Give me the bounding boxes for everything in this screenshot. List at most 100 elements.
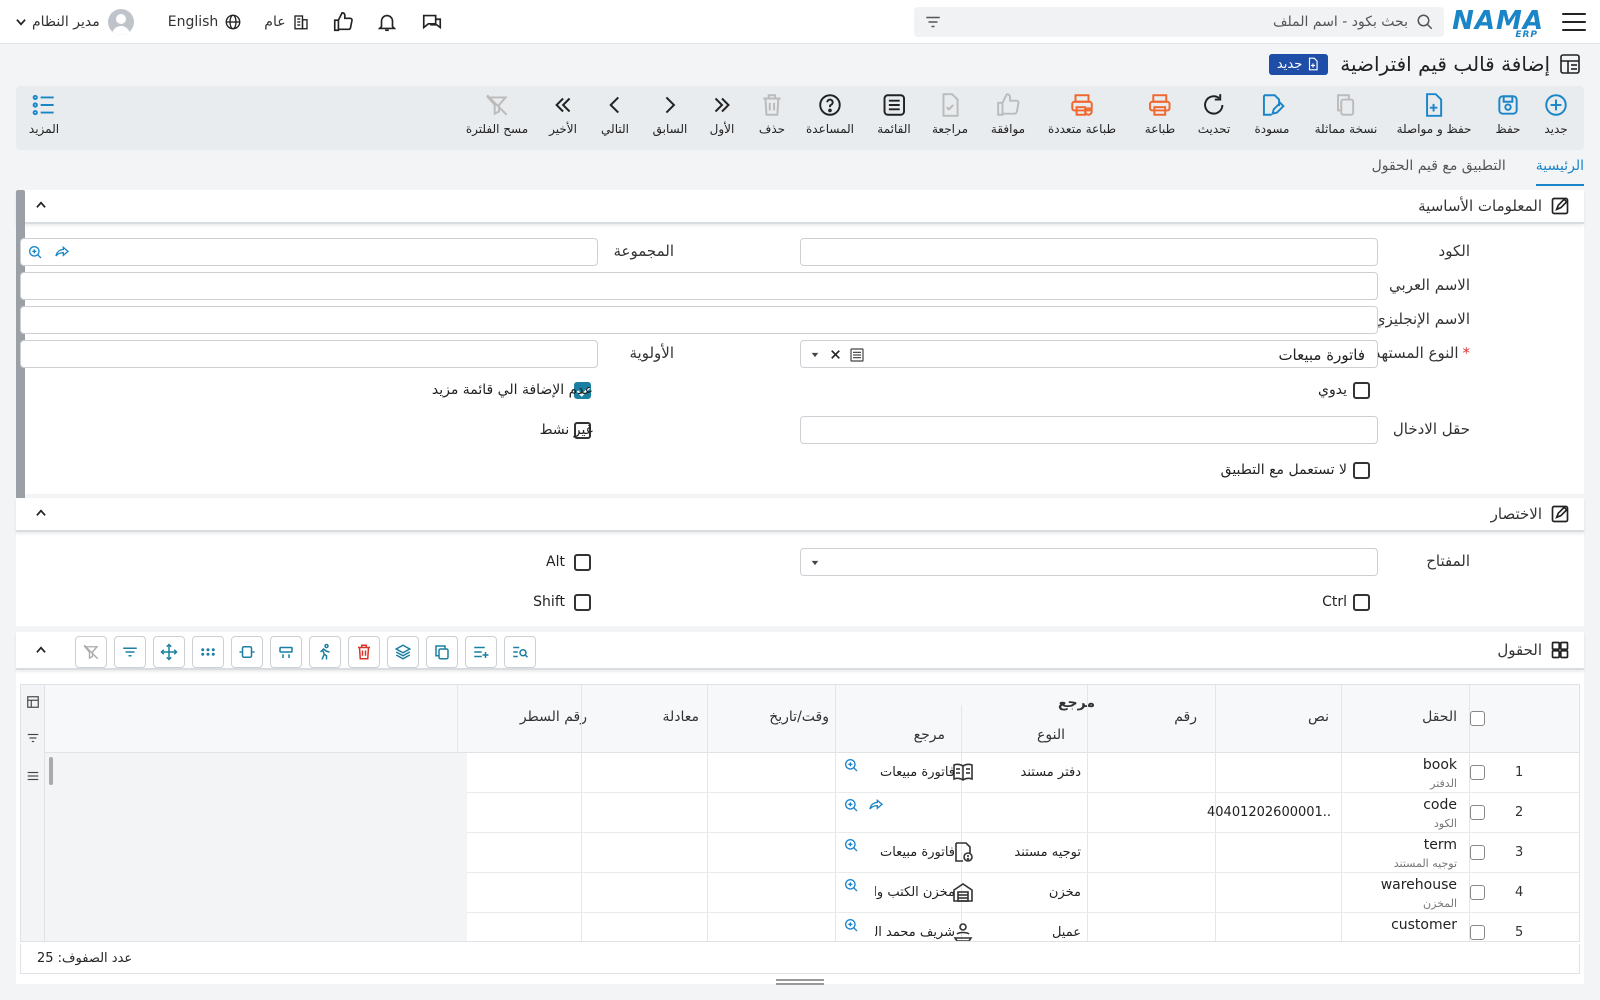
group-field[interactable] — [20, 238, 598, 266]
like-button[interactable] — [332, 11, 354, 33]
app-logo[interactable]: NAMA ERP — [1452, 6, 1544, 40]
next-button[interactable]: التالي — [601, 92, 629, 136]
col-number[interactable]: رقم — [1174, 709, 1197, 725]
messages-button[interactable] — [420, 11, 444, 33]
ref-value[interactable]: فاتورة مبيعات — [875, 765, 955, 780]
delete-button[interactable]: حذف — [759, 92, 785, 136]
col-equation[interactable]: معادلة — [662, 709, 699, 725]
arabic-name-field[interactable] — [20, 272, 1378, 300]
ref-value[interactable]: مخزن الكتب والـ — [875, 885, 955, 900]
ctrl-checkbox[interactable] — [1353, 594, 1370, 611]
search-plus-icon[interactable] — [843, 917, 859, 933]
ref-value[interactable]: فاتورة مبيعات — [875, 845, 955, 860]
search-plus-icon[interactable] — [843, 877, 859, 893]
col-ref-ref[interactable]: مرجع — [914, 727, 945, 743]
chevron-down-icon[interactable] — [809, 558, 821, 568]
col-field[interactable]: الحقل — [1422, 709, 1457, 725]
fit-columns-button[interactable] — [231, 636, 263, 668]
share-icon[interactable] — [53, 244, 71, 260]
col-line-number[interactable]: رقم السطر — [520, 709, 587, 725]
move-button[interactable] — [153, 636, 185, 668]
approve-button[interactable]: موافقة — [991, 92, 1025, 136]
list-lookup-icon[interactable] — [849, 347, 865, 363]
save-button[interactable]: حفظ — [1495, 92, 1521, 136]
refresh-button[interactable]: تحديث — [1198, 92, 1230, 136]
clear-filter-button[interactable] — [75, 636, 107, 668]
filter-icon[interactable] — [924, 13, 942, 31]
row-checkbox[interactable] — [1470, 805, 1485, 820]
layers-button[interactable] — [387, 636, 419, 668]
code-field[interactable] — [800, 238, 1378, 266]
resize-handle[interactable] — [776, 979, 824, 985]
row-checkbox[interactable] — [1470, 765, 1485, 780]
search-plus-icon[interactable] — [843, 757, 859, 773]
search-plus-icon[interactable] — [843, 797, 859, 813]
search-input[interactable]: بحث بكود - اسم الملف — [914, 6, 1444, 37]
share-icon[interactable] — [867, 797, 885, 813]
draft-button[interactable]: مسودة — [1255, 92, 1289, 136]
ref-type-value[interactable]: عميل — [1052, 925, 1081, 940]
input-field[interactable] — [800, 416, 1378, 444]
chevron-down-icon[interactable] — [809, 350, 821, 360]
review-button[interactable]: مراجعة — [932, 92, 968, 136]
row-checkbox[interactable] — [1470, 885, 1485, 900]
row-checkbox[interactable] — [1470, 925, 1485, 940]
run-button[interactable] — [309, 636, 341, 668]
shortcut-header[interactable]: الاختصار — [16, 498, 1584, 532]
new-button[interactable]: جديد — [1543, 92, 1569, 136]
menu-icon[interactable] — [1562, 12, 1586, 31]
search-plus-icon[interactable] — [27, 244, 43, 260]
table-row[interactable]: 2 code الكود 40401202600001... — [45, 793, 1579, 833]
copy-button[interactable]: نسخة مماثلة — [1315, 92, 1377, 136]
tab-apply-field-values[interactable]: التطبيق مع قيم الحقول — [1372, 158, 1506, 186]
multi-print-button[interactable]: طباعة متعددة — [1048, 92, 1116, 136]
prev-button[interactable]: السابق — [653, 92, 687, 136]
table-row[interactable]: 4 warehouse المخزن مخزن مخزن الكتب والـ — [45, 873, 1579, 913]
menu-icon[interactable] — [26, 769, 40, 783]
notifications-button[interactable] — [376, 11, 398, 33]
ref-type-value[interactable]: مخزن — [1049, 885, 1081, 900]
filter-icon[interactable] — [26, 731, 40, 745]
save-continue-button[interactable]: حفظ و مواصلة — [1397, 92, 1471, 136]
last-button[interactable]: الأخير — [549, 92, 577, 136]
columns-icon[interactable] — [26, 695, 40, 709]
scope-switch[interactable]: عام — [264, 13, 309, 31]
help-button[interactable]: المساعدة — [806, 92, 854, 136]
tab-main[interactable]: الرئيسية — [1535, 158, 1584, 186]
ref-value[interactable]: شريف محمد الد — [875, 925, 955, 940]
search-plus-icon[interactable] — [843, 837, 859, 853]
list-button[interactable]: القائمة — [877, 92, 911, 136]
not-used-checkbox[interactable] — [1353, 462, 1370, 479]
table-row[interactable]: 5 customer عميل شريف محمد الد — [45, 913, 1579, 941]
col-ref-type[interactable]: النوع — [1037, 727, 1065, 743]
text-value[interactable]: 40401202600001... — [1207, 805, 1331, 820]
table-row[interactable]: 1 book الدفتر دفتر مستند فاتورة مبيعات — [45, 753, 1579, 793]
filter-button[interactable] — [114, 636, 146, 668]
alt-checkbox[interactable] — [574, 554, 591, 571]
table-row[interactable]: 3 term توجيه المستند توجيه مستند فاتورة مبيع… — [45, 833, 1579, 873]
row-checkbox[interactable] — [1470, 845, 1485, 860]
select-all-checkbox[interactable] — [1470, 711, 1485, 726]
insert-row-button[interactable] — [270, 636, 302, 668]
language-switch[interactable]: English — [168, 13, 243, 31]
add-row-button[interactable] — [465, 636, 497, 668]
ref-type-value[interactable]: دفتر مستند — [1021, 765, 1081, 780]
print-button[interactable]: طباعة — [1145, 92, 1175, 136]
priority-field[interactable] — [20, 340, 598, 368]
chevron-up-icon[interactable] — [34, 198, 48, 212]
clear-icon[interactable] — [829, 348, 842, 361]
target-type-select[interactable]: فاتورة مبيعات — [800, 340, 1378, 368]
chevron-up-icon[interactable] — [34, 643, 48, 657]
search-rows-button[interactable] — [504, 636, 536, 668]
col-datetime[interactable]: وقت/تاريخ — [769, 709, 829, 725]
first-button[interactable]: الأول — [709, 92, 735, 136]
col-text[interactable]: نص — [1308, 709, 1329, 725]
english-name-field[interactable] — [20, 306, 1378, 334]
ref-type-value[interactable]: توجيه مستند — [1014, 845, 1081, 860]
key-select[interactable] — [800, 548, 1378, 576]
manual-checkbox[interactable] — [1353, 382, 1370, 399]
clear-filter-button[interactable]: مسح الفلترة — [466, 92, 528, 136]
chevron-up-icon[interactable] — [34, 506, 48, 520]
user-menu[interactable]: مدير النظام — [14, 9, 134, 35]
more-button[interactable]: المزيد — [29, 92, 59, 136]
